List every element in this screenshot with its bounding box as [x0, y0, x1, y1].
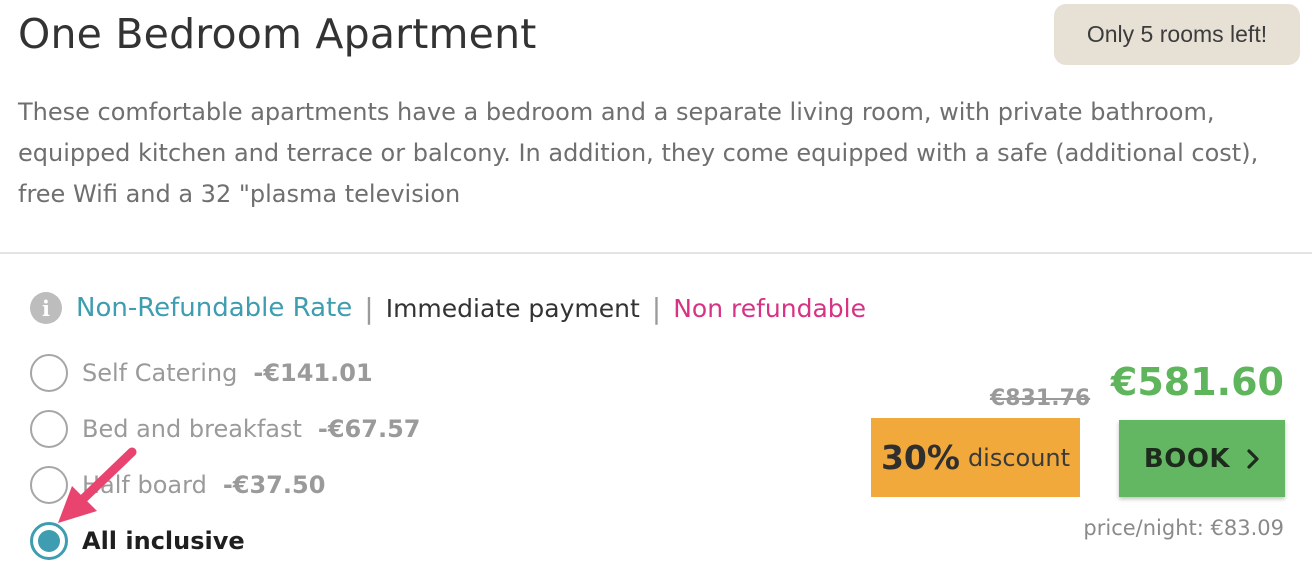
room-offer-card: One Bedroom Apartment Only 5 rooms left!… [0, 0, 1312, 568]
original-price: €831.76 [990, 386, 1091, 411]
availability-badge: Only 5 rooms left! [1054, 4, 1300, 65]
option-price-diff: -€37.50 [222, 471, 326, 499]
book-label: BOOK [1143, 443, 1231, 474]
radio-button[interactable] [30, 466, 68, 504]
option-label: Bed and breakfast [82, 415, 302, 443]
payment-type: Immediate payment [385, 293, 640, 323]
option-label: Half board [82, 471, 207, 499]
radio-button-selected[interactable] [30, 522, 68, 560]
option-price-diff: -€67.57 [317, 415, 421, 443]
refund-policy: Non refundable [673, 293, 867, 323]
chevron-right-icon [1247, 448, 1259, 469]
final-price: €581.60 [1110, 360, 1284, 404]
rate-name: Non-Refundable Rate [76, 293, 353, 323]
discount-badge: 30% discount [871, 418, 1080, 497]
radio-button[interactable] [30, 354, 68, 392]
separator: | [364, 291, 374, 325]
option-label: All inclusive [82, 527, 245, 555]
price-per-night: price/night: €83.09 [1083, 516, 1284, 540]
separator: | [651, 291, 662, 325]
section-divider [0, 252, 1312, 254]
board-option-half-board[interactable]: Half board -€37.50 [30, 465, 325, 505]
radio-button[interactable] [30, 410, 68, 448]
radio-dot [38, 530, 60, 552]
discount-label: discount [967, 443, 1071, 472]
board-option-self-catering[interactable]: Self Catering -€141.01 [30, 353, 373, 393]
discount-percent: 30% [880, 438, 960, 477]
info-icon[interactable]: i [30, 292, 62, 324]
board-option-bed-and-breakfast[interactable]: Bed and breakfast -€67.57 [30, 409, 420, 449]
option-price-diff: -€141.01 [253, 359, 373, 387]
option-label: Self Catering [82, 359, 238, 387]
room-description: These comfortable apartments have a bedr… [18, 98, 1259, 208]
rate-header: i Non-Refundable Rate | Immediate paymen… [30, 290, 866, 326]
book-button[interactable]: BOOK [1119, 420, 1285, 497]
board-option-all-inclusive[interactable]: All inclusive [30, 521, 261, 561]
room-title: One Bedroom Apartment [18, 10, 537, 58]
